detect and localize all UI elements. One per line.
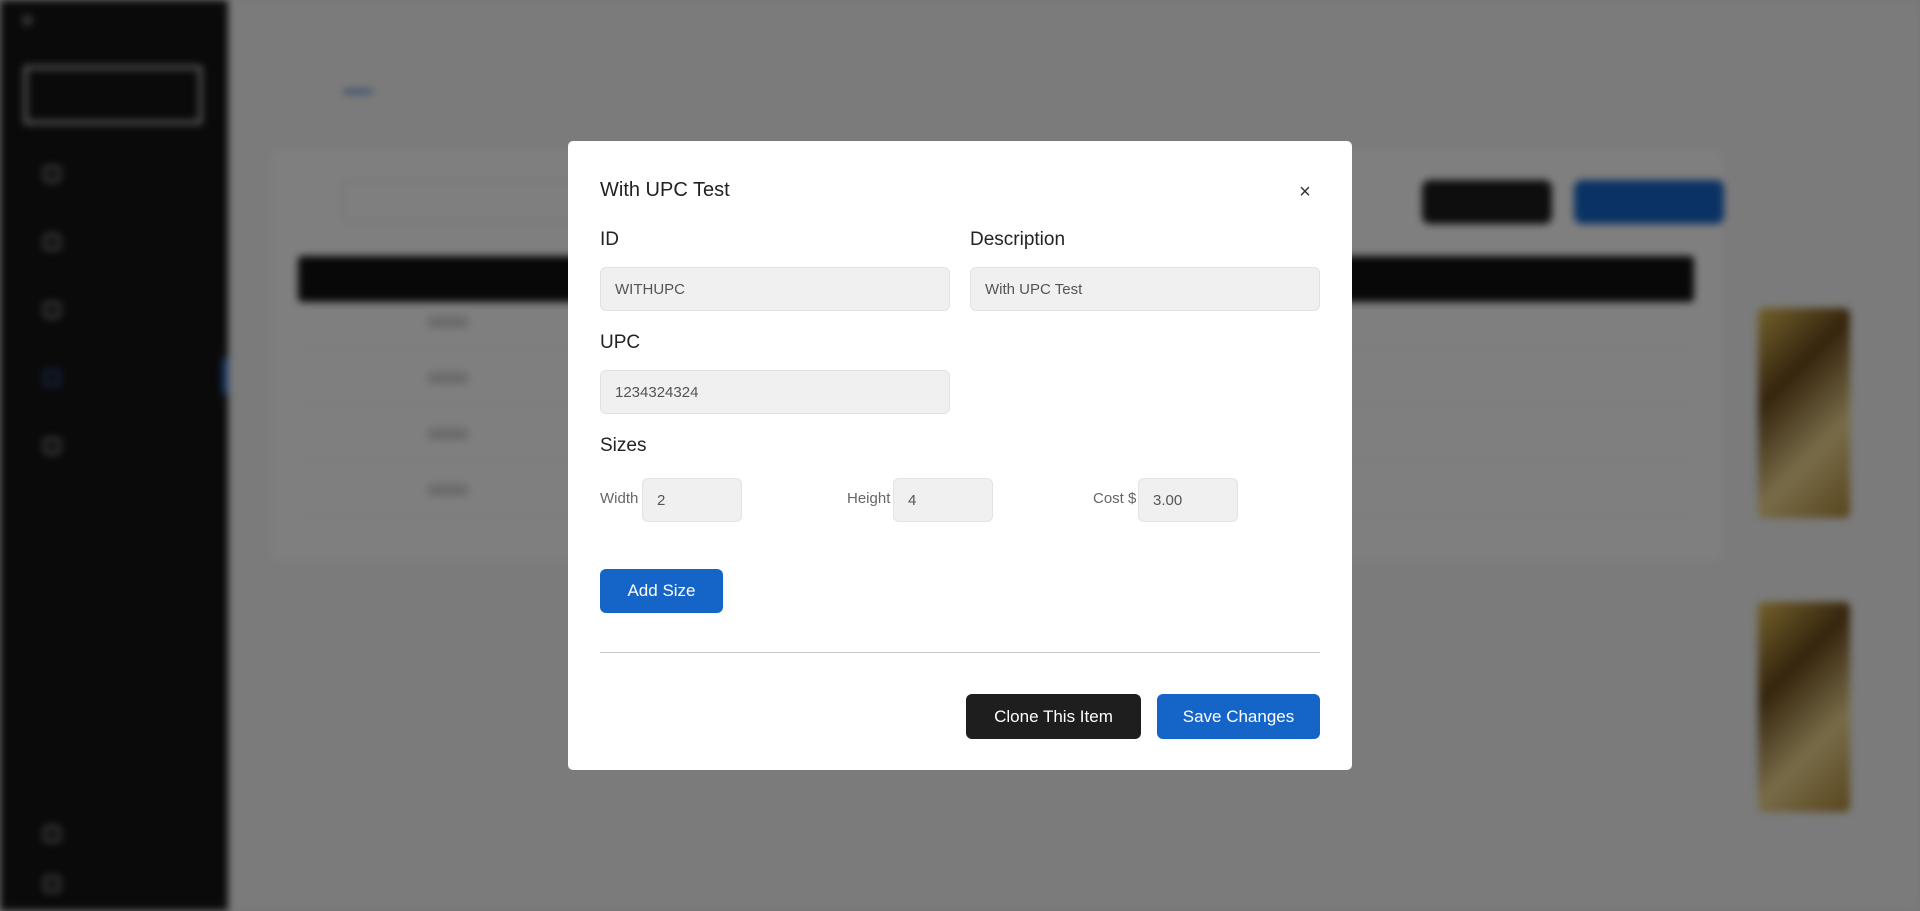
height-label: Height xyxy=(847,490,891,507)
description-label: Description xyxy=(970,229,1066,250)
clone-item-button[interactable]: Clone This Item xyxy=(966,694,1141,739)
cost-field[interactable] xyxy=(1138,478,1238,522)
upc-field[interactable] xyxy=(600,370,950,414)
height-field[interactable] xyxy=(893,478,993,522)
width-label: Width xyxy=(600,490,639,507)
save-changes-button[interactable]: Save Changes xyxy=(1157,694,1320,739)
close-icon[interactable]: × xyxy=(1292,179,1318,205)
divider xyxy=(600,652,1320,653)
edit-item-modal: With UPC Test × ID Description UPC Sizes… xyxy=(568,141,1352,770)
upc-label: UPC xyxy=(600,332,641,353)
id-field[interactable] xyxy=(600,267,950,311)
cost-label: Cost $ xyxy=(1093,490,1137,507)
id-label: ID xyxy=(600,229,619,250)
sizes-label: Sizes xyxy=(600,435,647,456)
add-size-button[interactable]: Add Size xyxy=(600,569,723,613)
modal-title: With UPC Test xyxy=(600,179,730,201)
width-field[interactable] xyxy=(642,478,742,522)
description-field[interactable] xyxy=(970,267,1320,311)
